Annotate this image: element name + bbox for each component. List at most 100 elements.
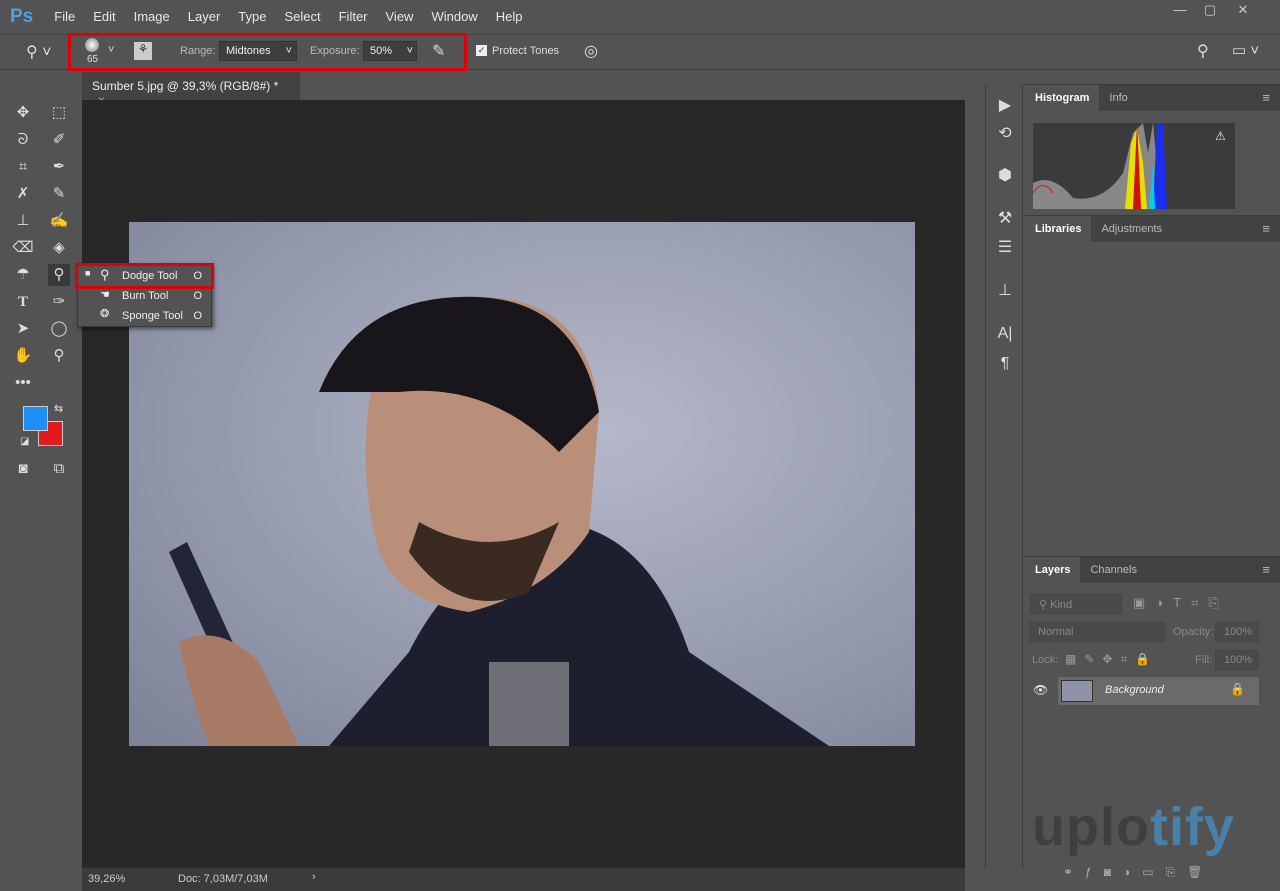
- default-colors-icon[interactable]: ◪: [20, 436, 29, 447]
- layer-row-background[interactable]: Background 🔒: [1058, 677, 1259, 705]
- history-icon[interactable]: ⟲: [994, 123, 1016, 145]
- dodge-tool-icon[interactable]: ⚲: [48, 264, 70, 286]
- histogram-graph: [1033, 123, 1235, 209]
- lasso-tool-icon[interactable]: ᘐ: [12, 129, 34, 151]
- type-tool-icon[interactable]: T: [12, 291, 34, 313]
- swap-colors-icon[interactable]: ⇆: [54, 402, 63, 415]
- lock-label: Lock:: [1032, 654, 1059, 666]
- dodge-tool-preset-icon[interactable]: ⚲ ˅: [26, 42, 52, 62]
- menu-bar: Ps File Edit Image Layer Type Select Fil…: [0, 0, 1280, 33]
- menu-edit[interactable]: Edit: [84, 9, 124, 24]
- visibility-eye-icon[interactable]: 👁: [1033, 683, 1048, 697]
- flyout-label: Burn Tool: [122, 290, 169, 302]
- hand-tool-icon[interactable]: ✋: [12, 345, 34, 367]
- tools-panel: ✥ ⬚ ᘐ ✐ ⌗ ✒ ✗ ✎ ⊥ ✍ ⌫ ◈ ☂ ⚲ T ✑ ➤ ◯ ✋ ⚲ …: [6, 94, 78, 490]
- more-tools-icon[interactable]: •••: [12, 372, 34, 394]
- lock-icons[interactable]: ▦✎✥⌗🔒: [1065, 652, 1158, 667]
- ellipse-tool-icon[interactable]: ◯: [48, 318, 70, 340]
- foreground-color-swatch[interactable]: [23, 406, 48, 431]
- crop-tool-icon[interactable]: ⌗: [12, 156, 34, 178]
- flyout-item-burn[interactable]: ☚ Burn Tool O: [78, 286, 211, 306]
- layer-lock-icon[interactable]: 🔒: [1230, 682, 1245, 696]
- menu-window[interactable]: Window: [422, 9, 486, 24]
- blend-mode-select[interactable]: Normal: [1029, 622, 1165, 642]
- marquee-tool-icon[interactable]: ⬚: [48, 102, 70, 124]
- paragraph-icon[interactable]: ¶: [994, 355, 1016, 377]
- layer-footer-icons[interactable]: ⚭ƒ◙◑▭⎘🗑: [1063, 865, 1214, 880]
- layer-filter-icons[interactable]: ▣◑T⌗⎘: [1133, 595, 1229, 611]
- minimize-button[interactable]: —: [1165, 2, 1195, 20]
- search-icon[interactable]: ⚲: [1197, 41, 1209, 61]
- menu-type[interactable]: Type: [229, 9, 275, 24]
- fill-input[interactable]: 100%: [1215, 650, 1259, 670]
- quick-mask-icon[interactable]: ◙: [12, 458, 34, 480]
- status-bar: 39,26% Doc: 7,03M/7,03M ›: [82, 868, 965, 891]
- document-image[interactable]: [129, 222, 915, 746]
- tab-channels[interactable]: Channels: [1080, 557, 1146, 583]
- clone-source-icon[interactable]: ⊥: [994, 280, 1016, 302]
- path-select-icon[interactable]: ➤: [12, 318, 34, 340]
- healing-tool-icon[interactable]: ✗: [12, 183, 34, 205]
- photo-man-with-phone: [169, 296, 829, 746]
- pen-tool-icon[interactable]: ✑: [48, 291, 70, 313]
- panel-menu-icon[interactable]: ≡: [1262, 562, 1270, 577]
- fill-label: Fill:: [1195, 654, 1213, 666]
- opacity-input[interactable]: 100%: [1215, 622, 1259, 642]
- character-icon[interactable]: A|: [994, 325, 1016, 347]
- play-action-icon[interactable]: ▶: [994, 95, 1016, 117]
- close-window-button[interactable]: ✕: [1228, 2, 1258, 20]
- kind-label: Kind: [1050, 599, 1073, 611]
- menu-view[interactable]: View: [377, 9, 423, 24]
- tab-info[interactable]: Info: [1099, 85, 1137, 111]
- eraser-tool-icon[interactable]: ⌫: [12, 237, 34, 259]
- protect-tones-checkbox[interactable]: ✓: [476, 45, 487, 56]
- document-tab-title: Sumber 5.jpg @ 39,3% (RGB/8#) *: [92, 79, 279, 93]
- options-highlight-box: [68, 33, 467, 71]
- paint-bucket-icon[interactable]: ◈: [48, 237, 70, 259]
- histogram-panel: Histogram Info ≡ ⚠: [1025, 84, 1280, 212]
- uplotify-watermark: uplotify: [1032, 797, 1235, 857]
- flyout-label: Sponge Tool: [122, 310, 183, 322]
- history-brush-icon[interactable]: ✍: [48, 210, 70, 232]
- workspace-icon[interactable]: ▭ ˅: [1232, 41, 1259, 59]
- brush-tool-icon[interactable]: ✎: [48, 183, 70, 205]
- panel-menu-icon[interactable]: ≡: [1262, 90, 1270, 105]
- tab-adjustments[interactable]: Adjustments: [1091, 216, 1172, 242]
- menu-layer[interactable]: Layer: [179, 9, 230, 24]
- flyout-item-sponge[interactable]: ❂ Sponge Tool O: [78, 306, 211, 326]
- properties-icon[interactable]: ☰: [994, 237, 1016, 259]
- status-menu-arrow[interactable]: ›: [312, 871, 316, 883]
- tab-histogram[interactable]: Histogram: [1025, 85, 1100, 111]
- warning-icon[interactable]: ⚠: [1215, 129, 1226, 143]
- menu-image[interactable]: Image: [125, 9, 179, 24]
- stamp-tool-icon[interactable]: ⊥: [12, 210, 34, 232]
- dodge-highlight-box: [75, 263, 214, 289]
- tab-layers[interactable]: Layers: [1025, 557, 1081, 583]
- move-tool-icon[interactable]: ✥: [12, 102, 34, 124]
- menu-filter[interactable]: Filter: [330, 9, 377, 24]
- layer-kind-filter[interactable]: ⚲ Kind: [1030, 594, 1122, 614]
- quick-select-tool-icon[interactable]: ✐: [48, 129, 70, 151]
- 3d-icon[interactable]: ⬢: [994, 165, 1016, 187]
- pressure-size-icon[interactable]: ◎: [584, 41, 598, 61]
- menu-select[interactable]: Select: [275, 9, 329, 24]
- photoshop-logo: Ps: [10, 5, 34, 27]
- blur-tool-icon[interactable]: ☂: [12, 264, 34, 286]
- maximize-button[interactable]: ▢: [1195, 2, 1225, 20]
- screen-mode-icon[interactable]: ⧉: [48, 458, 70, 480]
- tab-libraries[interactable]: Libraries: [1025, 216, 1092, 242]
- zoom-tool-icon[interactable]: ⚲: [48, 345, 70, 367]
- sponge-icon: ❂: [100, 308, 110, 320]
- protect-tones-label: Protect Tones: [492, 45, 560, 57]
- menu-file[interactable]: File: [45, 9, 84, 24]
- layer-name: Background: [1105, 684, 1164, 696]
- burn-icon: ☚: [100, 289, 110, 301]
- brushes-icon[interactable]: ⚒: [994, 208, 1016, 230]
- opacity-label: Opacity:: [1173, 626, 1214, 638]
- menu-help[interactable]: Help: [487, 9, 532, 24]
- panel-menu-icon[interactable]: ≡: [1262, 221, 1270, 236]
- zoom-level[interactable]: 39,26%: [88, 873, 125, 885]
- eyedropper-tool-icon[interactable]: ✒: [48, 156, 70, 178]
- panel-icon-strip: ▶ ⟲ ⬢ ⚒ ☰ ⊥ A| ¶: [985, 85, 1023, 868]
- document-tab[interactable]: Sumber 5.jpg @ 39,3% (RGB/8#) * ×: [82, 72, 300, 107]
